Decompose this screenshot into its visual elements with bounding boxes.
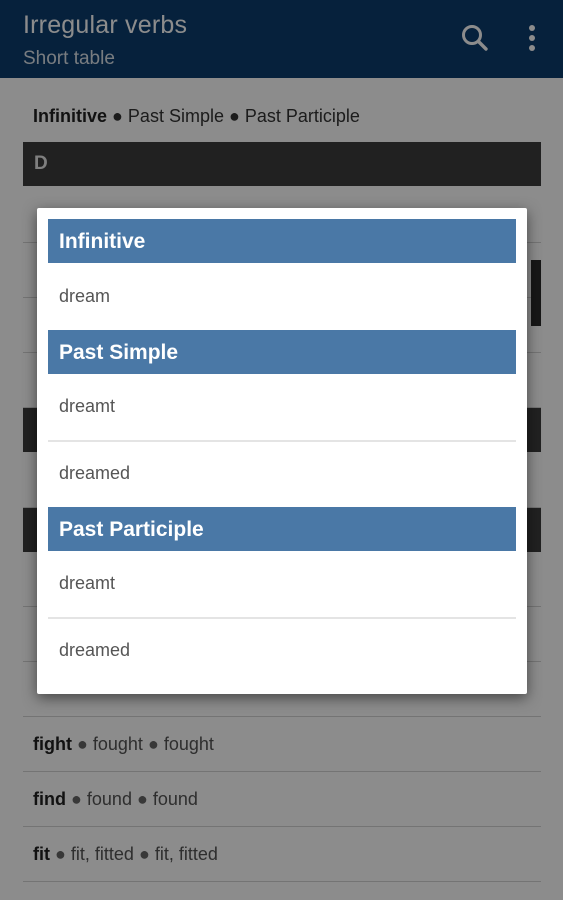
dialog-scrim-top[interactable]	[0, 0, 563, 78]
infinitive-header-label: Infinitive	[59, 230, 146, 253]
past-participle-item[interactable]: dreamed	[48, 618, 516, 684]
past-simple-header: Past Simple	[48, 330, 516, 374]
past-participle-item[interactable]: dreamt	[48, 551, 516, 617]
past-simple-item[interactable]: dreamt	[48, 374, 516, 440]
past-simple-header-label: Past Simple	[59, 341, 179, 364]
infinitive-header: Infinitive	[48, 219, 516, 263]
past-participle-header: Past Participle	[48, 507, 516, 551]
infinitive-item[interactable]: dream	[48, 264, 516, 330]
past-participle-header-label: Past Participle	[59, 518, 204, 541]
past-simple-value: dreamed	[59, 463, 131, 483]
verb-forms-dialog: Infinitive dream Past Simple dreamt drea…	[37, 208, 527, 694]
past-simple-item[interactable]: dreamed	[48, 441, 516, 507]
infinitive-value: dream	[59, 286, 111, 306]
past-participle-value: dreamed	[59, 640, 131, 660]
past-simple-value: dreamt	[59, 396, 116, 416]
past-participle-value: dreamt	[59, 573, 116, 593]
